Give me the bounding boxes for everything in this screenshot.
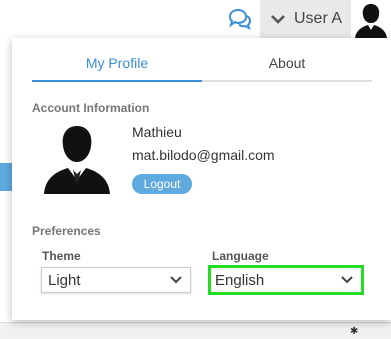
language-select[interactable]: English xyxy=(208,265,364,295)
theme-select[interactable]: Light xyxy=(41,267,191,293)
background-panel-strip xyxy=(0,163,12,191)
chat-bubbles-icon[interactable] xyxy=(228,8,252,30)
tab-about[interactable]: About xyxy=(202,52,372,80)
pin-icon: ✱ xyxy=(350,326,359,337)
theme-select-value: Light xyxy=(48,271,81,289)
language-select-value: English xyxy=(215,271,265,289)
theme-label: Theme xyxy=(42,249,81,263)
language-label: Language xyxy=(212,249,269,263)
chevron-down-icon xyxy=(341,276,353,284)
user-silhouette-icon xyxy=(44,126,110,194)
user-menu-button[interactable]: User A xyxy=(260,0,351,38)
user-avatar[interactable] xyxy=(351,0,391,38)
chevron-down-icon xyxy=(170,276,182,284)
tab-my-profile[interactable]: My Profile xyxy=(32,52,202,82)
profile-email: mat.bilodo@gmail.com xyxy=(132,147,275,163)
preferences-heading: Preferences xyxy=(32,224,101,238)
top-bar: User A xyxy=(0,0,391,38)
profile-name: Mathieu xyxy=(132,124,182,140)
account-information-heading: Account Information xyxy=(32,101,150,115)
chevron-down-icon xyxy=(271,15,285,24)
user-menu-label: User A xyxy=(294,10,343,27)
profile-dropdown-panel: My Profile About Account Information Mat… xyxy=(12,38,391,320)
logout-button[interactable]: Logout xyxy=(132,174,192,194)
background-footer xyxy=(0,322,391,339)
user-silhouette-icon xyxy=(355,4,387,38)
profile-picture xyxy=(42,124,112,194)
profile-tabs: My Profile About xyxy=(32,52,372,82)
